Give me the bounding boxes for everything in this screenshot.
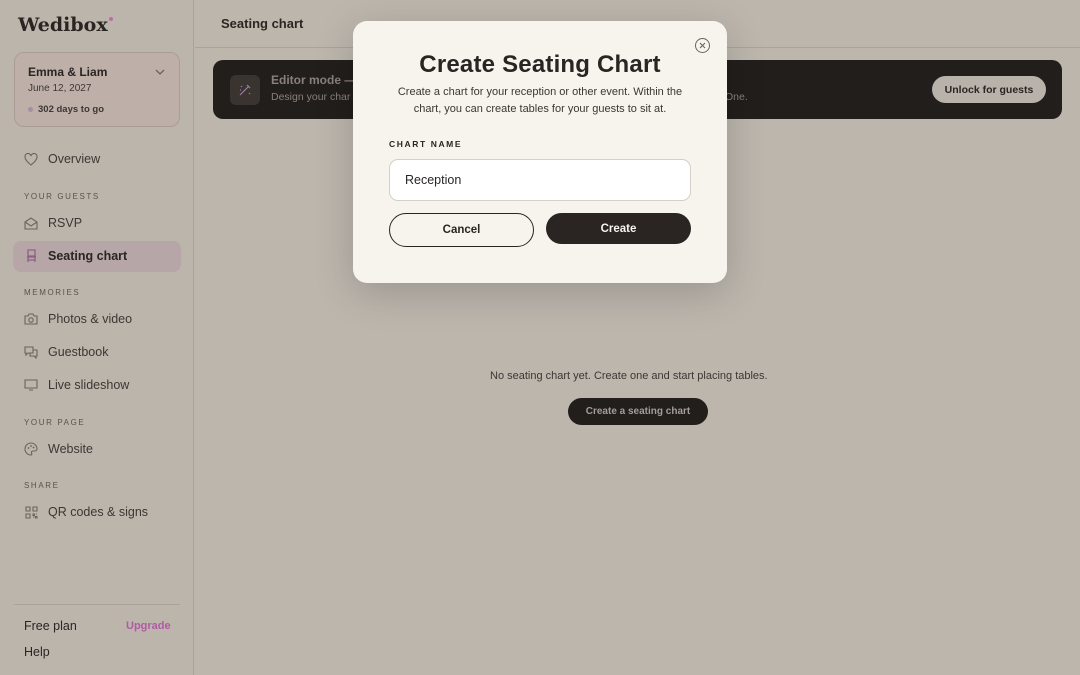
chair-icon — [24, 249, 38, 263]
plan-label: Free plan — [24, 619, 77, 633]
sidebar-item-qr-codes[interactable]: QR codes & signs — [24, 505, 148, 519]
editor-mode-description-tail: One. — [725, 91, 748, 103]
magic-wand-icon — [230, 75, 260, 105]
modal-title: Create Seating Chart — [419, 51, 661, 78]
section-label-memories: MEMORIES — [24, 288, 81, 297]
sidebar-item-website[interactable]: Website — [24, 442, 93, 456]
monitor-icon — [24, 378, 38, 392]
sidebar: Wedibox Emma & Liam June 12, 2027 302 da… — [0, 0, 194, 675]
camera-icon — [24, 312, 38, 326]
sidebar-item-overview[interactable]: Overview — [24, 152, 100, 166]
palette-icon — [24, 442, 38, 456]
section-label-share: SHARE — [24, 481, 60, 490]
app-logo[interactable]: Wedibox — [18, 14, 113, 36]
envelope-icon — [24, 216, 38, 230]
event-date: June 12, 2027 — [28, 83, 92, 94]
cancel-button[interactable]: Cancel — [389, 213, 534, 247]
status-dot — [28, 106, 33, 112]
chevron-down-icon[interactable] — [155, 67, 165, 78]
editor-mode-description: Design your char — [271, 91, 351, 103]
event-name: Emma & Liam — [28, 65, 108, 79]
heart-icon — [24, 152, 38, 166]
create-seating-chart-button[interactable]: Create a seating chart — [568, 398, 708, 425]
section-label-page: YOUR PAGE — [24, 418, 86, 427]
page-title: Seating chart — [221, 16, 304, 31]
empty-state-text: No seating chart yet. Create one and sta… — [490, 370, 768, 382]
help-link[interactable]: Help — [24, 645, 50, 659]
create-button[interactable]: Create — [546, 213, 691, 244]
editor-mode-title: Editor mode — — [271, 73, 357, 87]
unlock-for-guests-button[interactable]: Unlock for guests — [932, 76, 1046, 103]
chart-name-input[interactable] — [389, 159, 691, 201]
sidebar-item-guestbook[interactable]: Guestbook — [24, 345, 108, 359]
modal-description: Create a chart for your reception or oth… — [397, 86, 683, 115]
chat-bubbles-icon — [24, 345, 38, 359]
sidebar-item-rsvp[interactable]: RSVP — [24, 216, 82, 230]
divider — [14, 604, 180, 605]
sidebar-item-photos[interactable]: Photos & video — [24, 312, 132, 326]
chart-name-label: CHART NAME — [389, 139, 463, 149]
qr-code-icon — [24, 505, 38, 519]
sidebar-item-slideshow[interactable]: Live slideshow — [24, 378, 129, 392]
event-selector[interactable]: Emma & Liam June 12, 2027 302 days to go — [14, 52, 180, 127]
create-chart-modal: Create Seating Chart Create a chart for … — [353, 21, 727, 283]
sidebar-item-seating-chart[interactable]: Seating chart — [24, 249, 127, 263]
countdown: 302 days to go — [28, 104, 104, 115]
section-label-guests: YOUR GUESTS — [24, 192, 100, 201]
upgrade-link[interactable]: Upgrade — [126, 620, 171, 632]
